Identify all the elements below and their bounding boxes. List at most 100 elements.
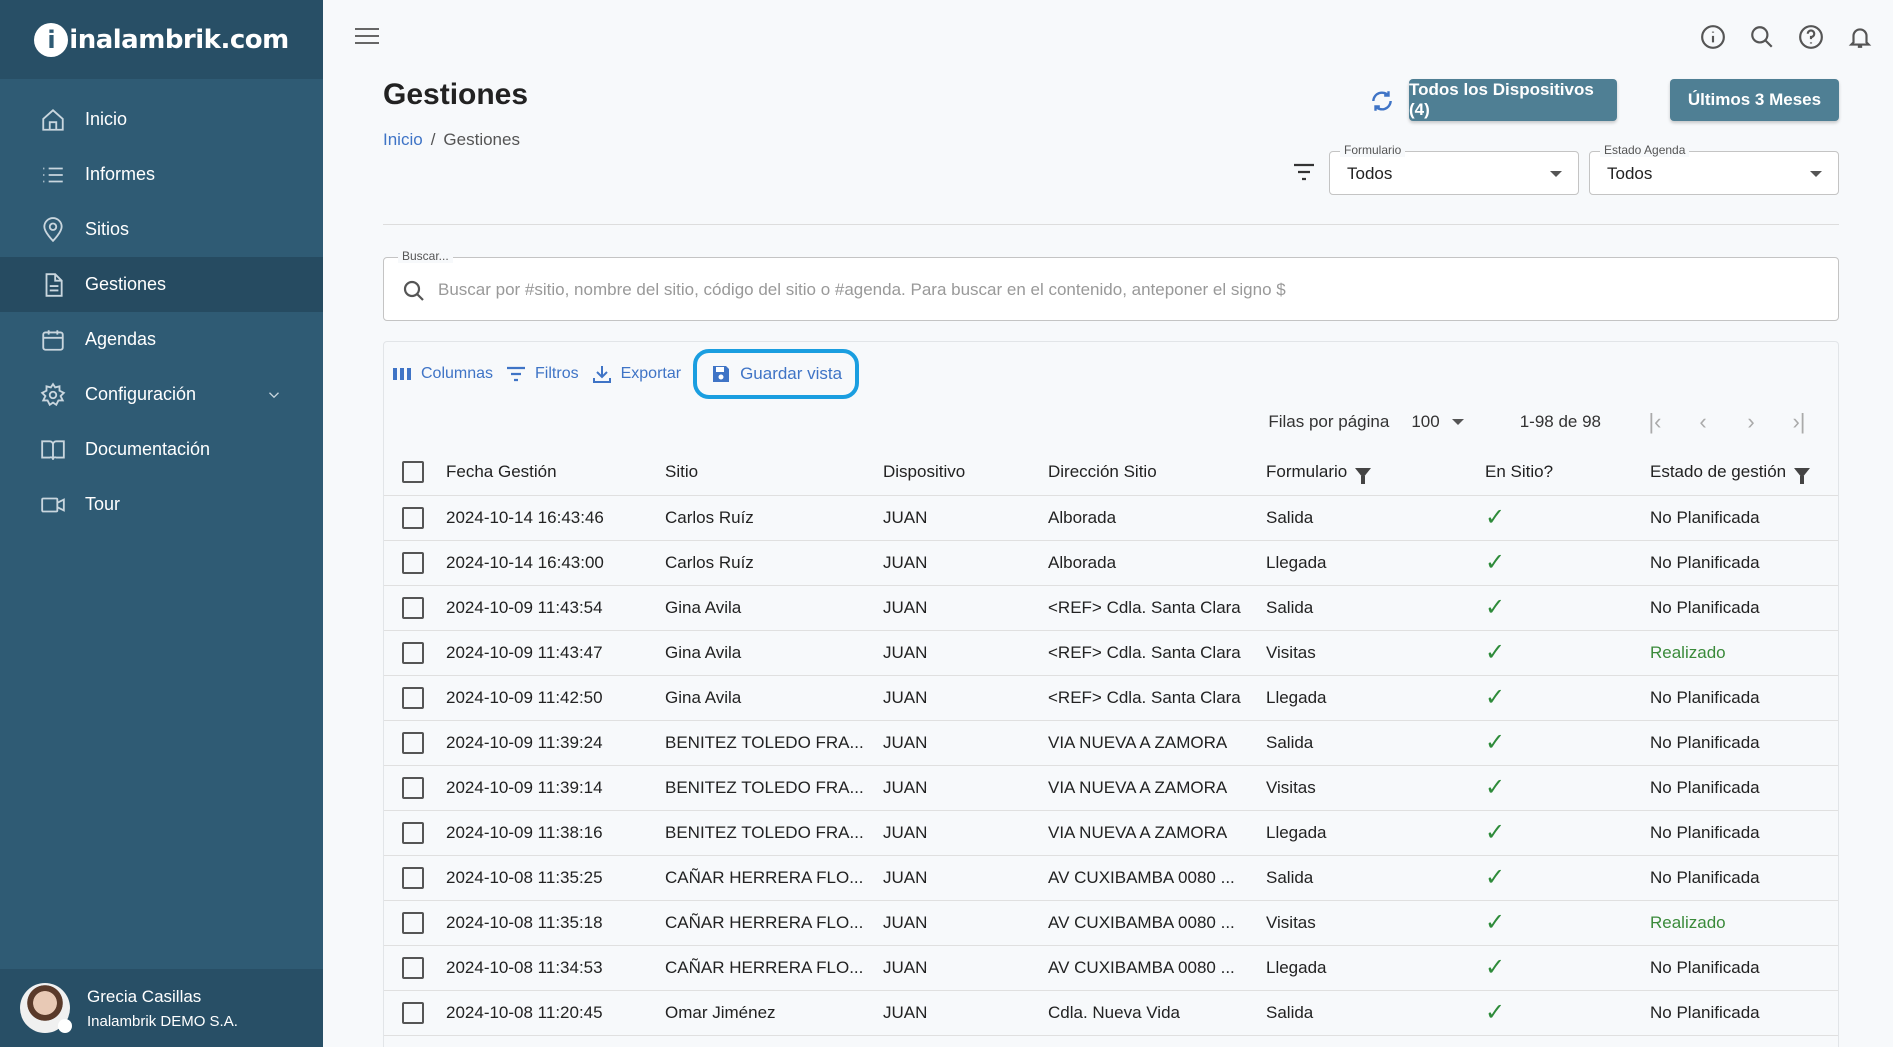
- col-sitio[interactable]: Sitio: [665, 450, 883, 496]
- table-row[interactable]: 2024-10-08 11:35:18 CAÑAR HERRERA FLO... J…: [384, 900, 1838, 946]
- refresh-icon[interactable]: [1369, 88, 1395, 114]
- page-title: Gestiones: [383, 78, 529, 111]
- row-checkbox[interactable]: [402, 821, 424, 844]
- sidebar-item-tour[interactable]: Tour: [0, 477, 323, 532]
- row-checkbox[interactable]: [402, 956, 424, 979]
- table-row[interactable]: 2024-10-09 11:38:16 BENITEZ TOLEDO FRA...…: [384, 810, 1838, 856]
- table-row[interactable]: 2024-10-14 16:43:00 Carlos Ruíz JUAN Albora…: [384, 540, 1838, 586]
- sidebar-item-agendas[interactable]: Agendas: [0, 312, 323, 367]
- search-icon[interactable]: [1749, 24, 1775, 50]
- save-view-button[interactable]: Guardar vista: [693, 349, 860, 399]
- chevron-down-icon[interactable]: [265, 386, 283, 404]
- devices-button[interactable]: Todos los Dispositivos (4): [1409, 79, 1617, 121]
- cell-dispositivo: JUAN: [883, 900, 1048, 946]
- formulario-value: Todos: [1347, 164, 1393, 183]
- sidebar-item-sitios[interactable]: Sitios: [0, 202, 323, 257]
- next-page-icon[interactable]: ›: [1727, 409, 1775, 435]
- cell-estado: No Planificada: [1650, 495, 1838, 541]
- cell-sitio: Carlos Ruíz: [665, 495, 883, 541]
- sidebar-item-informes[interactable]: Informes: [0, 147, 323, 202]
- table-row[interactable]: 2024-10-14 16:43:46 Carlos Ruíz JUAN Albora…: [384, 495, 1838, 541]
- export-button[interactable]: Exportar: [591, 363, 681, 385]
- row-checkbox[interactable]: [402, 551, 424, 574]
- cell-formulario: Llegada: [1266, 810, 1485, 856]
- cell-dispositivo: JUAN: [883, 495, 1048, 541]
- sidebar-item-documentacion[interactable]: Documentación: [0, 422, 323, 477]
- row-checkbox[interactable]: [402, 1001, 424, 1024]
- list-icon: [43, 167, 63, 182]
- table-row[interactable]: 2024-10-09 11:42:50 Gina Avila JUAN <REF> C…: [384, 675, 1838, 721]
- cell-direccion: VIA NUEVA A ZAMORA: [1048, 765, 1266, 811]
- cell-en-sitio: ✓: [1485, 630, 1650, 676]
- cell-dispositivo: JUAN: [883, 765, 1048, 811]
- cell-sitio: Carlos Ruíz: [665, 540, 883, 586]
- cell-en-sitio: ✓: [1485, 765, 1650, 811]
- table-row[interactable]: 2024-10-08 11:20:45 Omar Jiménez JUAN Cdla.…: [384, 990, 1838, 1036]
- prev-page-icon[interactable]: ‹: [1679, 409, 1727, 435]
- check-icon: ✓: [1485, 774, 1506, 801]
- help-icon[interactable]: [1798, 24, 1824, 50]
- first-page-icon[interactable]: |‹: [1631, 409, 1679, 435]
- col-fecha[interactable]: Fecha Gestión: [446, 450, 665, 496]
- formulario-select[interactable]: Formulario Todos: [1329, 143, 1579, 195]
- filter-icon[interactable]: [1293, 163, 1315, 181]
- col-estado-label: Estado de gestión: [1650, 462, 1787, 482]
- row-checkbox-cell: [384, 495, 446, 541]
- row-checkbox-cell: [384, 540, 446, 586]
- rows-per-page-select[interactable]: 100: [1411, 412, 1464, 432]
- row-checkbox[interactable]: [402, 866, 424, 889]
- table-row[interactable]: 2024-10-08 11:35:25 CAÑAR HERRERA FLO... J…: [384, 855, 1838, 901]
- breadcrumb-home[interactable]: Inicio: [383, 130, 423, 149]
- rows-per-page-value: 100: [1411, 412, 1440, 431]
- row-checkbox[interactable]: [402, 641, 424, 664]
- row-checkbox[interactable]: [402, 506, 424, 529]
- column-filter-icon[interactable]: [1355, 467, 1372, 484]
- col-estado[interactable]: Estado de gestión: [1650, 450, 1838, 496]
- check-icon: ✓: [1485, 684, 1506, 711]
- cell-fecha: 2024-10-08 11:20:45: [446, 990, 665, 1036]
- cell-formulario: Visitas: [1266, 900, 1485, 946]
- cell-en-sitio: ✓: [1485, 720, 1650, 766]
- info-icon[interactable]: [1700, 24, 1726, 50]
- col-formulario[interactable]: Formulario: [1266, 450, 1485, 496]
- col-en-sitio[interactable]: En Sitio?: [1485, 450, 1650, 496]
- table-row[interactable]: 2024-10-09 11:39:14 BENITEZ TOLEDO FRA...…: [384, 765, 1838, 811]
- cell-estado: Realizado: [1650, 900, 1838, 946]
- cell-fecha: 2024-10-09 11:43:54: [446, 585, 665, 631]
- row-checkbox[interactable]: [402, 731, 424, 754]
- cell-sitio: Gina Avila: [665, 585, 883, 631]
- cell-direccion: VIA NUEVA A ZAMORA: [1048, 810, 1266, 856]
- row-checkbox[interactable]: [402, 911, 424, 934]
- row-checkbox[interactable]: [402, 596, 424, 619]
- row-checkbox[interactable]: [402, 686, 424, 709]
- col-dispositivo[interactable]: Dispositivo: [883, 450, 1048, 496]
- filters-button[interactable]: Filtros: [505, 363, 579, 385]
- logo-bar: i inalambrik.com: [0, 0, 323, 79]
- cell-dispositivo: JUAN: [883, 720, 1048, 766]
- search-input[interactable]: [438, 276, 1818, 304]
- sidebar-item-inicio[interactable]: Inicio: [0, 92, 323, 147]
- cell-en-sitio: ✓: [1485, 675, 1650, 721]
- select-all-checkbox[interactable]: [402, 461, 424, 484]
- last-page-icon[interactable]: ›|: [1775, 409, 1823, 435]
- logo[interactable]: i inalambrik.com: [34, 22, 289, 57]
- table-row[interactable]: 2024-10-09 11:39:24 BENITEZ TOLEDO FRA...…: [384, 720, 1838, 766]
- menu-toggle-icon[interactable]: [355, 28, 379, 46]
- sidebar-item-gestiones[interactable]: Gestiones: [0, 257, 323, 312]
- table-row[interactable]: 2024-10-08 11:34:53 CAÑAR HERRERA FLO... J…: [384, 945, 1838, 991]
- period-button[interactable]: Últimos 3 Meses: [1670, 79, 1839, 121]
- table-row[interactable]: 2024-10-09 11:43:47 Gina Avila JUAN <REF> C…: [384, 630, 1838, 676]
- col-direccion[interactable]: Dirección Sitio: [1048, 450, 1266, 496]
- sidebar-item-configuracion[interactable]: Configuración: [0, 367, 323, 422]
- columns-button[interactable]: Columnas: [391, 363, 493, 385]
- user-profile[interactable]: Grecia Casillas Inalambrik DEMO S.A.: [0, 969, 323, 1047]
- sidebar-nav: Inicio Informes Sitios Gestiones Agendas…: [0, 92, 323, 532]
- table-row[interactable]: 2024-10-09 11:43:54 Gina Avila JUAN <REF> C…: [384, 585, 1838, 631]
- check-icon: ✓: [1485, 639, 1506, 666]
- cell-formulario: Visitas: [1266, 630, 1485, 676]
- cell-sitio: Gina Avila: [665, 630, 883, 676]
- column-filter-icon[interactable]: [1794, 467, 1811, 484]
- row-checkbox[interactable]: [402, 776, 424, 799]
- bell-icon[interactable]: [1847, 24, 1873, 50]
- estado-agenda-select[interactable]: Estado Agenda Todos: [1589, 143, 1839, 195]
